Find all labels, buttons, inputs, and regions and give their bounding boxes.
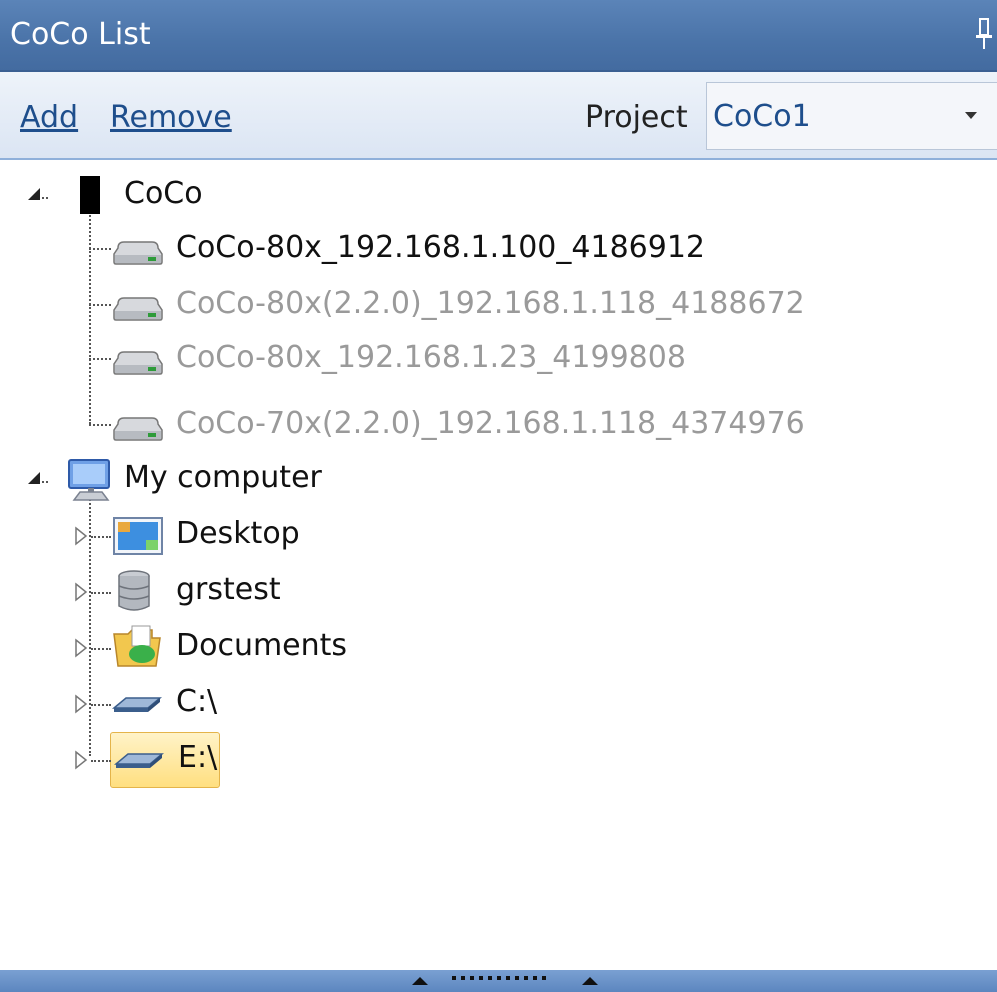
tree-connector (89, 304, 111, 306)
coco-list-panel: CoCo List Add Remove Project CoCo1 CoCo … (0, 0, 997, 992)
tree-label: CoCo-80x(2.2.0)_192.168.1.118_4188672 (176, 286, 805, 321)
collapsed-arrow-icon[interactable] (74, 694, 88, 714)
tree-label: grstest (176, 572, 281, 607)
pin-icon[interactable] (974, 17, 994, 51)
collapsed-arrow-icon[interactable] (74, 582, 88, 602)
collapsed-arrow-icon[interactable] (74, 526, 88, 546)
tree-label: Desktop (176, 516, 300, 551)
tree-node-coco-device[interactable]: CoCo-80x_192.168.1.100_4186912 (0, 222, 997, 276)
desktop-icon (113, 517, 163, 555)
tree-label: E:\ (178, 740, 218, 775)
tree-connector (91, 592, 111, 594)
tree-label: CoCo-80x_192.168.1.23_4199808 (176, 340, 686, 375)
tree-node-documents[interactable]: Documents (0, 620, 997, 674)
drive-icon (113, 297, 163, 321)
tree-label: CoCo (124, 176, 203, 211)
tree-label: Documents (176, 628, 348, 663)
tree-label: CoCo-80x_192.168.1.100_4186912 (176, 230, 705, 265)
collapse-up-icon[interactable] (412, 977, 428, 985)
tree-node-coco-device[interactable]: CoCo-70x(2.2.0)_192.168.1.118_4374976 (0, 398, 997, 452)
tree-node-grstest[interactable]: grstest (0, 564, 997, 618)
tree-node-coco-device[interactable]: CoCo-80x_192.168.1.23_4199808 (0, 332, 997, 386)
tree-connector (91, 704, 111, 706)
collapsed-arrow-icon[interactable] (74, 750, 88, 770)
tree-label: C:\ (176, 684, 218, 719)
collapsed-arrow-icon[interactable] (74, 638, 88, 658)
tree-node-coco-device[interactable]: CoCo-80x(2.2.0)_192.168.1.118_4188672 (0, 278, 997, 332)
project-dropdown-value: CoCo1 (713, 99, 811, 134)
tree-connector (89, 248, 111, 250)
tree-node-drive-e[interactable]: E:\ (0, 732, 997, 786)
add-link[interactable]: Add (20, 98, 78, 138)
documents-folder-icon (113, 625, 161, 667)
tree-connector (89, 424, 111, 426)
tree-connector (89, 358, 111, 360)
tree-label: My computer (124, 460, 322, 495)
tree-label: CoCo-70x(2.2.0)_192.168.1.118_4374976 (176, 406, 805, 441)
coco-device-icon (80, 176, 100, 214)
tree-connector (91, 536, 111, 538)
expanded-arrow-icon[interactable] (28, 188, 50, 204)
tree-connector (91, 760, 111, 762)
expanded-arrow-icon[interactable] (28, 472, 50, 488)
grip-icon[interactable] (452, 976, 550, 980)
collapse-up-icon[interactable] (582, 977, 598, 985)
panel-title: CoCo List (10, 17, 151, 52)
project-label: Project (585, 100, 688, 135)
panel-titlebar: CoCo List (0, 0, 997, 72)
computer-icon (68, 459, 110, 501)
database-icon (118, 570, 150, 611)
tree-node-coco[interactable]: CoCo (0, 168, 997, 222)
toolbar: Add Remove Project CoCo1 (0, 72, 997, 160)
drive-icon (113, 241, 163, 265)
remove-link[interactable]: Remove (110, 98, 232, 138)
tree-node-desktop[interactable]: Desktop (0, 508, 997, 562)
tree-node-drive-c[interactable]: C:\ (0, 676, 997, 730)
tree-connector (91, 648, 111, 650)
tree-node-my-computer[interactable]: My computer (0, 452, 997, 506)
device-tree: CoCo CoCo-80x_192.168.1.100_4186912 CoCo… (0, 160, 997, 970)
panel-splitter[interactable] (0, 970, 997, 992)
drive-icon (112, 697, 162, 712)
project-dropdown[interactable]: CoCo1 (706, 82, 997, 150)
drive-icon (114, 753, 164, 768)
drive-icon (113, 351, 163, 375)
chevron-down-icon[interactable] (965, 112, 977, 119)
drive-icon (113, 417, 163, 441)
